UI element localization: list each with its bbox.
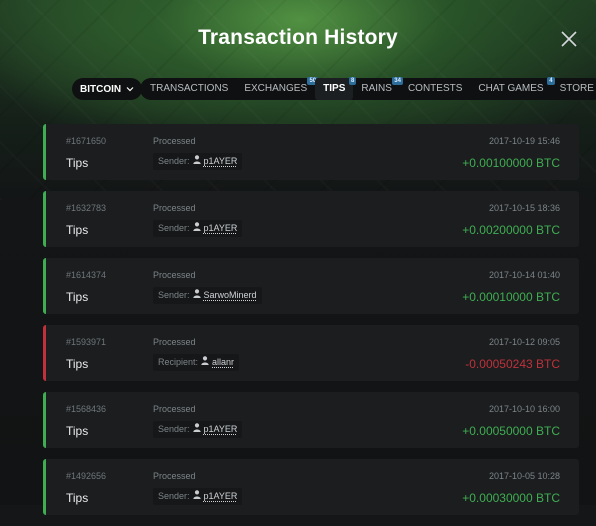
tab-chat-games[interactable]: CHAT GAMES 4 [470, 77, 555, 100]
transaction-amount: +0.00010000 BTC [462, 290, 560, 304]
transaction-amount: +0.00100000 BTC [462, 156, 560, 170]
transaction-row: #1614374 Tips Processed Sender: SarwoMinerd 2… [43, 258, 579, 314]
tab-label: CHAT GAMES [478, 83, 544, 94]
status-bar [43, 124, 46, 180]
transaction-status: Processed [153, 471, 196, 481]
currency-selector[interactable]: BITCOIN [72, 78, 143, 100]
transaction-party: Sender: p1AYER [153, 488, 243, 505]
transaction-party: Sender: p1AYER [153, 153, 243, 170]
transaction-party: Sender: SarwoMinerd [153, 287, 262, 304]
status-bar [43, 325, 46, 381]
transaction-id: #1671650 [66, 136, 107, 146]
transaction-amount: -0.00050243 BTC [465, 357, 560, 371]
transaction-id: #1593971 [66, 337, 107, 347]
tab-label: RAINS [361, 83, 392, 94]
transaction-status: Processed [153, 203, 196, 213]
transaction-amount: +0.00050000 BTC [462, 424, 560, 438]
party-username-link[interactable]: allanr [212, 354, 234, 371]
status-bar [43, 392, 46, 448]
transaction-date: 2017-10-15 18:36 [488, 203, 560, 213]
tab-label: CONTESTS [407, 83, 463, 94]
transaction-status: Processed [153, 270, 196, 280]
tab-exchanges[interactable]: EXCHANGES 50 [236, 77, 319, 100]
close-icon [561, 31, 577, 47]
currency-label: BITCOIN [80, 83, 122, 95]
party-label: Sender: [158, 290, 190, 300]
transaction-id: #1492656 [66, 471, 107, 481]
close-button[interactable] [556, 26, 582, 52]
transaction-type: Tips [66, 223, 89, 237]
party-label: Sender: [158, 491, 190, 501]
status-bar [43, 191, 46, 247]
transaction-row: #1568436 Tips Processed Sender: p1AYER 2017-1… [43, 392, 579, 448]
transaction-party: Recipient: allanr [153, 354, 240, 371]
transaction-id: #1632783 [66, 203, 107, 213]
party-username-link[interactable]: p1AYER [204, 153, 238, 170]
tab-tips[interactable]: TIPS 8 [315, 77, 357, 100]
tab-label: STORE [559, 83, 594, 94]
party-username-link[interactable]: p1AYER [204, 220, 238, 237]
transaction-row: #1671650 Tips Processed Sender: p1AYER 2017-1… [43, 124, 579, 180]
dialog-title: Transaction History [198, 26, 398, 49]
tab-label: TRANSACTIONS [150, 83, 229, 94]
party-username-link[interactable]: p1AYER [204, 421, 238, 438]
transaction-date: 2017-10-12 09:05 [488, 337, 560, 347]
transaction-amount: +0.00030000 BTC [462, 491, 560, 505]
transaction-row: #1593971 Tips Processed Recipient: allanr 201… [43, 325, 579, 381]
transaction-party: Sender: p1AYER [153, 421, 243, 438]
tab-store[interactable]: STORE [552, 78, 596, 100]
user-icon [201, 354, 209, 371]
transaction-type: Tips [66, 290, 89, 304]
transaction-type: Tips [66, 357, 89, 371]
tab-contests[interactable]: CONTESTS [400, 78, 470, 100]
transaction-date: 2017-10-14 01:40 [488, 270, 560, 280]
transaction-status: Processed [153, 404, 196, 414]
transaction-date: 2017-10-10 16:00 [488, 404, 560, 414]
party-label: Recipient: [158, 357, 199, 367]
party-username-link[interactable]: p1AYER [204, 488, 238, 505]
transaction-type: Tips [66, 156, 89, 170]
transaction-status: Processed [153, 337, 196, 347]
tab-label: EXCHANGES [244, 83, 308, 94]
user-icon [192, 421, 201, 438]
transaction-row: #1632783 Tips Processed Sender: p1AYER 2017-1… [43, 191, 579, 247]
status-bar [43, 459, 46, 515]
tab-label: TIPS [323, 83, 346, 94]
tab-bar: TRANSACTIONS EXCHANGES 50 TIPS 8 RAINS 34 CONTE… [140, 77, 596, 100]
transaction-date: 2017-10-19 15:46 [488, 136, 560, 146]
party-label: Sender: [158, 223, 190, 233]
tab-transactions[interactable]: TRANSACTIONS [142, 78, 236, 100]
transaction-row: #1492656 Tips Processed Sender: p1AYER 2017-1… [43, 459, 579, 515]
transaction-amount: +0.00200000 BTC [462, 223, 560, 237]
party-label: Sender: [158, 156, 190, 166]
user-icon [192, 153, 201, 170]
user-icon [192, 220, 201, 237]
party-username-link[interactable]: SarwoMinerd [204, 287, 257, 304]
transaction-id: #1568436 [66, 404, 107, 414]
tab-rains[interactable]: RAINS 34 [353, 77, 403, 100]
party-label: Sender: [158, 424, 190, 434]
transaction-party: Sender: p1AYER [153, 220, 243, 237]
transaction-type: Tips [66, 424, 89, 438]
user-icon [192, 287, 201, 304]
transaction-date: 2017-10-05 10:28 [488, 471, 560, 481]
transaction-list: #1671650 Tips Processed Sender: p1AYER 2017-1… [43, 124, 579, 526]
user-icon [192, 488, 201, 505]
transaction-id: #1614374 [66, 270, 107, 280]
status-bar [43, 258, 46, 314]
chevron-down-icon [126, 87, 134, 92]
transaction-status: Processed [153, 136, 196, 146]
transaction-type: Tips [66, 491, 89, 505]
